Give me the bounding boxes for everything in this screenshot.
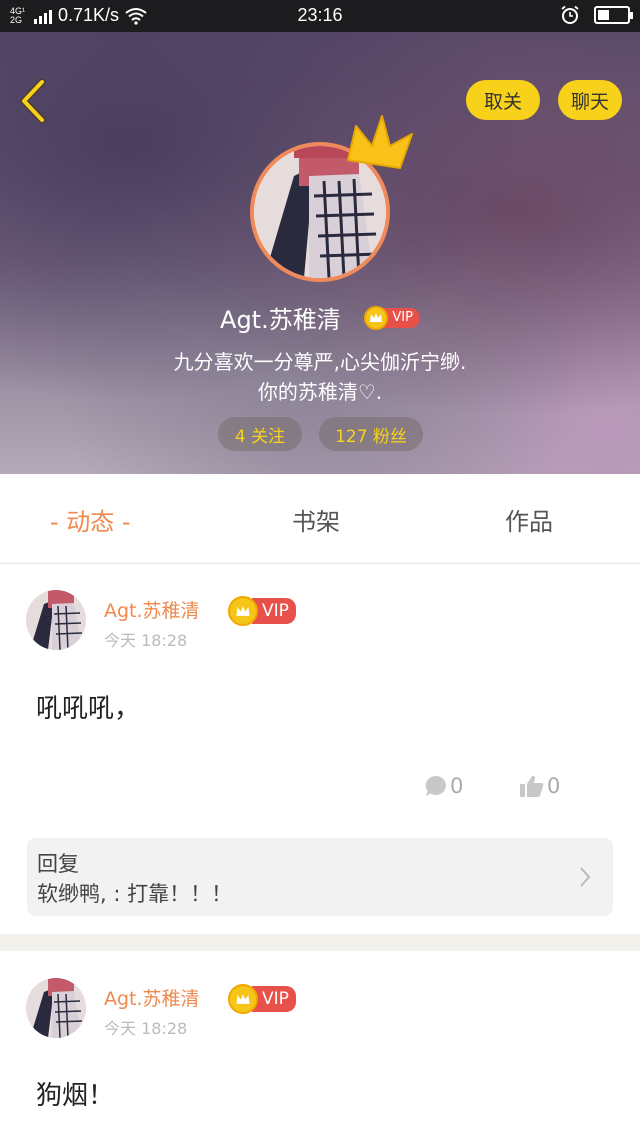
vip-badge: VIP xyxy=(364,305,420,330)
unfollow-button[interactable]: 取关 xyxy=(466,80,540,120)
comment-icon xyxy=(425,775,446,796)
post-author[interactable]: Agt.苏稚清 xyxy=(104,596,200,623)
chat-button[interactable]: 聊天 xyxy=(558,80,622,120)
crown-icon xyxy=(347,115,413,169)
post-time: 今天 18:28 xyxy=(104,631,188,650)
tab-bookshelf[interactable]: 书架 xyxy=(292,502,340,537)
avatar[interactable] xyxy=(26,978,86,1038)
reply-title: 回复 xyxy=(37,852,79,876)
like-icon xyxy=(520,775,544,797)
post-time: 今天 18:28 xyxy=(104,1019,188,1038)
vip-badge: VIP xyxy=(228,596,296,626)
vip-badge: VIP xyxy=(228,984,296,1014)
profile-username-row: Agt.苏稚清 VIP xyxy=(0,300,640,335)
bio-line-2: 你的苏稚清♡. xyxy=(257,380,383,404)
alarm-icon xyxy=(561,5,579,24)
battery-icon xyxy=(594,6,633,24)
crown-icon xyxy=(364,305,389,330)
reply-content: 软缈鸭, : 打靠！！！ xyxy=(37,882,233,906)
like-button[interactable]: 0 xyxy=(519,774,560,798)
profile-tabs: - 动态 - 书架 作品 xyxy=(0,474,640,564)
tab-dynamic[interactable]: - 动态 - xyxy=(50,502,131,537)
status-bar: 4G¹ 2G 0.71K/s 23:16 xyxy=(0,0,640,32)
tab-works[interactable]: 作品 xyxy=(505,502,553,537)
fans-count-button[interactable]: 127 粉丝 xyxy=(319,417,423,451)
post-divider xyxy=(0,934,640,951)
reply-box[interactable]: 回复 软缈鸭, : 打靠！！！ xyxy=(27,838,613,916)
comment-count: 0 xyxy=(450,774,464,798)
profile-username: Agt.苏稚清 xyxy=(220,306,341,334)
avatar[interactable] xyxy=(26,590,86,650)
back-arrow-icon[interactable] xyxy=(16,78,52,124)
comment-button[interactable]: 0 xyxy=(424,774,463,798)
bio-line-1: 九分喜欢一分尊严,心尖伽沂宁缈. xyxy=(173,350,467,374)
post-card: Agt.苏稚清 VIP 今天 18:28 吼吼吼， 0 0 回复 软缈鸭, : … xyxy=(0,564,640,934)
crown-icon xyxy=(228,596,258,626)
post-content: 吼吼吼， xyxy=(36,694,141,724)
profile-header: 取关 聊天 Agt.苏稚清 VIP 九分喜欢一分尊严,心尖伽沂宁缈. 你的苏稚清… xyxy=(0,32,640,474)
like-count: 0 xyxy=(547,774,561,798)
following-count-button[interactable]: 4 关注 xyxy=(218,417,302,451)
chevron-right-icon xyxy=(580,867,591,887)
post-card: Agt.苏稚清 VIP 今天 18:28 狗烟！ xyxy=(0,951,640,1138)
post-author[interactable]: Agt.苏稚清 xyxy=(104,984,200,1011)
clock: 23:16 xyxy=(297,5,343,25)
crown-icon xyxy=(228,984,258,1014)
post-content: 狗烟！ xyxy=(36,1081,115,1111)
